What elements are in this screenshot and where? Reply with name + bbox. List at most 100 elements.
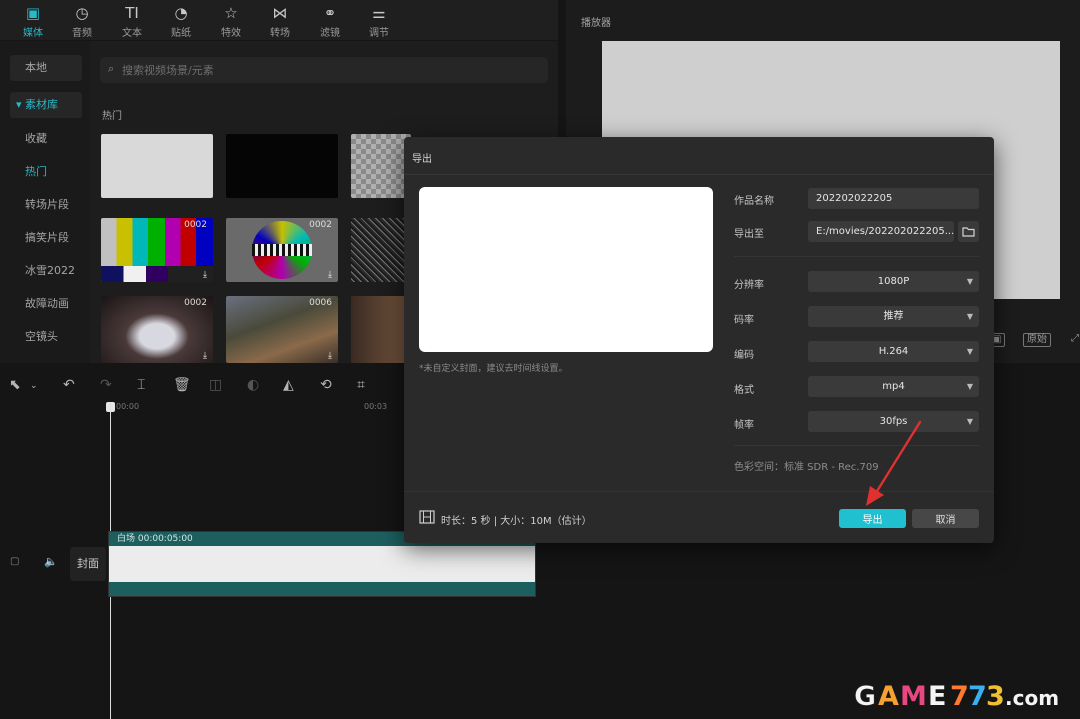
svg-text:7: 7 (968, 681, 987, 712)
name-field[interactable] (808, 188, 979, 209)
tab-effects[interactable]: ☆ 特效 (206, 3, 256, 39)
tab-label: 调节 (369, 28, 389, 39)
search-box[interactable]: ⌕ (100, 57, 548, 83)
filter-icon: ⚭ (323, 4, 337, 22)
media-thumb-black[interactable] (226, 134, 338, 198)
tab-label: 特效 (221, 28, 241, 39)
delete-icon[interactable]: 🗑 (173, 377, 191, 393)
media-thumb-static[interactable] (351, 218, 411, 282)
cancel-button[interactable]: 取消 (912, 509, 979, 528)
bitrate-label: 码率 (734, 315, 754, 326)
codec-value: H.264 (878, 346, 909, 357)
chevron-down-icon[interactable]: ⌄ (30, 381, 38, 391)
freeze-icon[interactable]: ◫ (209, 377, 222, 393)
search-input[interactable] (122, 60, 522, 80)
cursor-icon[interactable]: ⬉ (9, 377, 21, 393)
media-thumb-transparent[interactable] (351, 134, 411, 198)
rotate-icon[interactable]: ⟲ (320, 377, 332, 393)
cover-preview[interactable] (419, 187, 713, 352)
annotation-arrow (866, 420, 922, 506)
format-label: 格式 (734, 385, 754, 396)
mirror-icon[interactable]: ◭ (283, 377, 294, 393)
path-label: 导出至 (734, 229, 764, 240)
download-icon[interactable]: ⤓ (203, 270, 207, 280)
svg-text:A: A (878, 681, 899, 712)
mute-icon[interactable]: 🔈 (44, 555, 58, 568)
media-thumb-testcard[interactable]: 0002 ⤓ (226, 218, 338, 282)
tab-text[interactable]: TI 文本 (107, 3, 157, 39)
tab-adjust[interactable]: ⚌ 调节 (354, 3, 404, 39)
clip-footer (109, 582, 535, 596)
duration-label: 0002 (184, 298, 207, 308)
download-icon[interactable]: ⤓ (328, 351, 332, 361)
svg-text:7: 7 (950, 681, 969, 712)
track-toggle-icon[interactable]: ▢ (10, 556, 19, 567)
sidebar-item-hot[interactable]: 热门 (10, 159, 82, 185)
media-thumb-funny-1[interactable]: 0002 ⤓ (101, 296, 213, 363)
tab-label: 贴纸 (171, 28, 191, 39)
expand-icon[interactable]: ⤢ (1068, 333, 1080, 347)
section-title: 热门 (102, 111, 122, 122)
sidebar-item-favorites[interactable]: 收藏 (10, 126, 82, 152)
redo-icon[interactable]: ↷ (100, 377, 112, 393)
sidebar-item-library[interactable]: ▾ 素材库 (10, 92, 82, 118)
media-thumb-colorbars[interactable]: 0002 ⤓ (101, 218, 213, 282)
ruler-time: 00:03 (364, 402, 388, 411)
tab-label: 文本 (122, 28, 142, 39)
tab-label: 转场 (270, 28, 290, 39)
split-icon[interactable]: ⌶ (137, 377, 145, 393)
sidebar-item-empty-shot[interactable]: 空镜头 (10, 324, 82, 350)
svg-text:.com: .com (1005, 686, 1059, 710)
tab-label: 滤镜 (320, 28, 340, 39)
ratio-button[interactable]: 原始 (1023, 333, 1051, 347)
chevron-down-icon: ▼ (966, 347, 973, 356)
download-icon[interactable]: ⤓ (203, 351, 207, 361)
codec-select[interactable]: H.264 ▼ (808, 341, 979, 362)
media-thumb-funny-2[interactable]: 0006 ⤓ (226, 296, 338, 363)
bitrate-value: 推荐 (883, 311, 904, 322)
reverse-icon[interactable]: ◐ (247, 377, 259, 393)
duration-label: 0002 (309, 220, 332, 230)
film-icon (419, 510, 435, 524)
svg-text:E: E (928, 681, 946, 712)
svg-text:G: G (854, 681, 876, 712)
player-title: 播放器 (581, 18, 611, 29)
duration-label: 0002 (184, 220, 207, 230)
sidebar-item-ice-snow[interactable]: 冰雪2022 (10, 258, 82, 284)
folder-button[interactable] (958, 221, 979, 242)
bitrate-select[interactable]: 推荐 ▼ (808, 306, 979, 327)
format-select[interactable]: mp4 ▼ (808, 376, 979, 397)
sidebar-item-transition-clips[interactable]: 转场片段 (10, 192, 82, 218)
cover-button[interactable]: 封面 (70, 547, 106, 581)
media-sidebar: 本地 ▾ 素材库 收藏 热门 转场片段 搞笑片段 冰雪2022 故障动画 空镜头 (0, 41, 90, 363)
media-icon: ▣ (25, 4, 41, 22)
tab-audio[interactable]: ◷ 音频 (57, 3, 107, 39)
media-thumb-white[interactable] (101, 134, 213, 198)
sidebar-item-glitch[interactable]: 故障动画 (10, 291, 82, 317)
sidebar-item-local[interactable]: 本地 (10, 55, 82, 81)
cover-hint: *未自定义封面，建议去时间线设置。 (419, 364, 568, 374)
divider (404, 174, 994, 175)
sidebar-item-funny-clips[interactable]: 搞笑片段 (10, 225, 82, 251)
duration-size-info: 时长：5 秒 | 大小：10M（估计） (441, 516, 592, 527)
resolution-value: 1080P (877, 276, 910, 287)
effects-icon: ☆ (224, 4, 238, 22)
path-field[interactable]: E:/movies/202202022205... (808, 221, 954, 242)
transition-icon: ⋈ (272, 4, 288, 22)
tab-transition[interactable]: ⋈ 转场 (255, 3, 305, 39)
undo-icon[interactable]: ↶ (63, 377, 75, 393)
top-toolbar: ▣ 媒体 ◷ 音频 TI 文本 ◔ 贴纸 ☆ 特效 ⋈ 转场 ⚭ 滤镜 ⚌ 调节 (0, 0, 558, 40)
sticker-icon: ◔ (174, 4, 188, 22)
export-button[interactable]: 导出 (839, 509, 906, 528)
divider (734, 445, 979, 446)
tab-filter[interactable]: ⚭ 滤镜 (305, 3, 355, 39)
duration-label: 0006 (309, 298, 332, 308)
divider (734, 256, 979, 257)
crop-icon[interactable]: ⌗ (357, 377, 365, 393)
media-thumb-funny-3[interactable] (351, 296, 411, 363)
tab-sticker[interactable]: ◔ 贴纸 (156, 3, 206, 39)
dialog-title: 导出 (412, 154, 432, 165)
tab-media[interactable]: ▣ 媒体 (8, 3, 58, 39)
download-icon[interactable]: ⤓ (328, 270, 332, 280)
resolution-select[interactable]: 1080P ▼ (808, 271, 979, 292)
